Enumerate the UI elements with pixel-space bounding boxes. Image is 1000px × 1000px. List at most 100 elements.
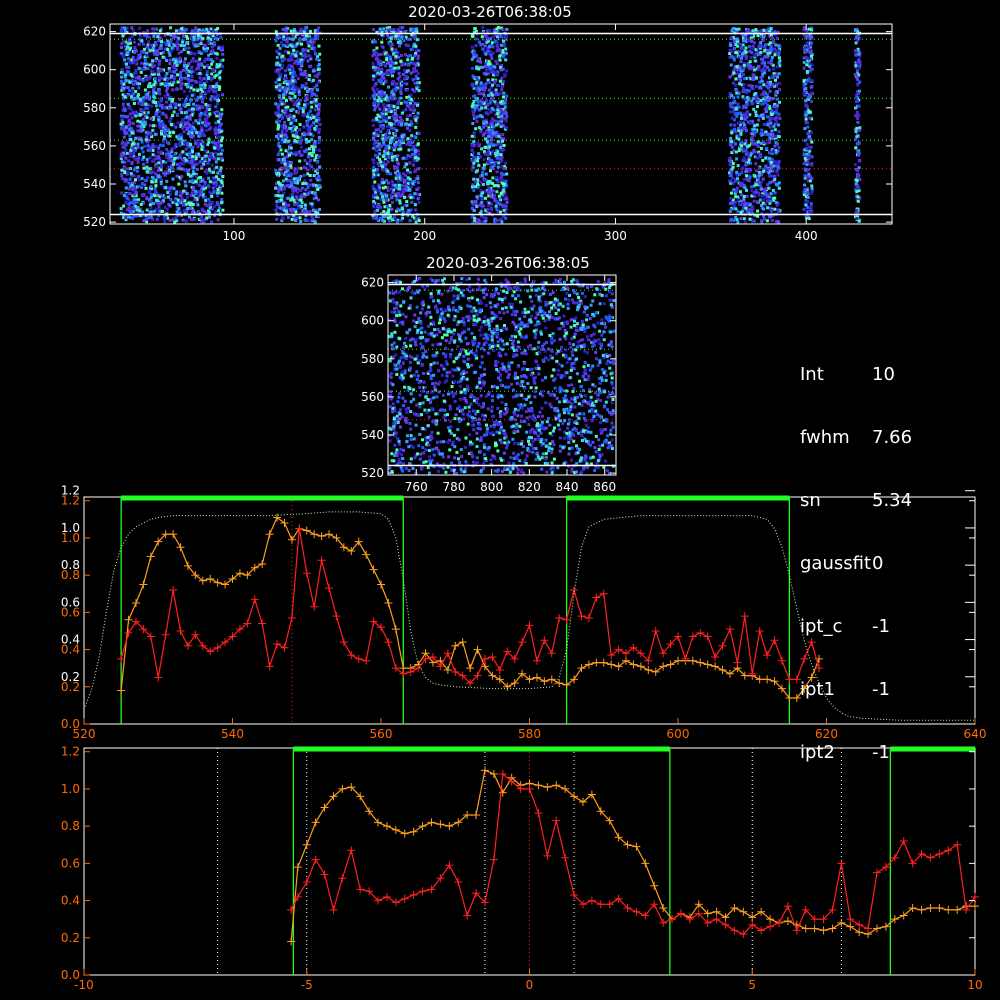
heatmap-pixel <box>372 199 376 203</box>
heatmap-pixel <box>130 88 134 92</box>
heatmap-pixel <box>380 40 384 44</box>
heatmap-pixel <box>214 105 218 109</box>
heatmap-pixel <box>777 61 781 65</box>
heatmap-pixel <box>279 134 283 138</box>
heatmap-pixel <box>219 115 223 119</box>
heatmap-pixel <box>177 134 181 138</box>
heatmap-pixel <box>476 89 480 93</box>
heatmap-pixel <box>289 54 293 58</box>
heatmap-pixel <box>154 59 158 63</box>
heatmap-pixel <box>413 115 417 118</box>
heatmap-pixel <box>303 179 307 183</box>
heatmap-pixel <box>183 121 187 125</box>
heatmap-pixel <box>490 163 494 167</box>
heatmap-pixel <box>123 131 127 135</box>
heatmap-pixel <box>175 156 179 160</box>
heatmap-pixel <box>166 195 170 199</box>
heatmap-pixel <box>305 90 309 93</box>
heatmap-pixel <box>187 80 191 84</box>
heatmap-pixel <box>298 98 302 102</box>
heatmap-pixel <box>313 92 317 96</box>
heatmap-pixel <box>149 196 153 199</box>
heatmap-pixel <box>219 184 223 188</box>
chart-2-title: 2020-03-26T06:38:05 <box>426 254 590 272</box>
heatmap-pixel <box>202 77 206 81</box>
heatmap-pixel <box>496 108 500 112</box>
heatmap-pixel <box>505 34 508 38</box>
heatmap-pixel <box>317 109 321 113</box>
heatmap-pixel <box>382 200 386 204</box>
heatmap-pixel <box>205 79 209 83</box>
heatmap-pixel <box>731 176 735 180</box>
heatmap-pixel <box>495 44 499 48</box>
heatmap-pixel <box>145 45 149 49</box>
heatmap-pixel <box>160 103 164 107</box>
heatmap-pixel <box>282 35 286 39</box>
heatmap-pixel <box>277 188 281 191</box>
heatmap-pixel <box>494 123 498 127</box>
heatmap-pixel <box>146 67 150 71</box>
heatmap-pixel <box>754 114 758 117</box>
heatmap-pixel <box>190 159 194 163</box>
heatmap-pixel <box>151 128 155 132</box>
heatmap-pixel <box>378 107 382 111</box>
heatmap-pixel <box>169 117 173 121</box>
heatmap-pixel <box>318 184 322 188</box>
heatmap-pixel <box>183 76 187 80</box>
heatmap-pixel <box>477 152 481 156</box>
heatmap-pixel <box>768 89 772 93</box>
heatmap-pixel <box>376 196 380 200</box>
heatmap-pixel <box>278 89 282 92</box>
heatmap-pixel <box>187 155 191 159</box>
heatmap-pixel <box>274 85 278 89</box>
heatmap-pixel <box>777 81 781 85</box>
heatmap-pixel <box>293 90 297 94</box>
heatmap-pixel <box>411 88 415 92</box>
heatmap-pixel <box>396 102 400 106</box>
heatmap-pixel <box>312 174 316 177</box>
heatmap-pixel <box>480 200 484 204</box>
heatmap-pixel <box>163 205 167 209</box>
heatmap-pixel <box>373 100 377 104</box>
heatmap-pixel <box>157 161 161 165</box>
heatmap-pixel <box>389 193 393 197</box>
heatmap-pixel <box>742 195 746 198</box>
heatmap-pixel <box>499 153 503 157</box>
heatmap-pixel <box>386 204 389 208</box>
heatmap-pixel <box>739 132 743 136</box>
heatmap-pixel <box>127 215 131 219</box>
heatmap-pixel <box>384 120 388 124</box>
heatmap-pixel <box>163 220 167 224</box>
heatmap-pixel <box>204 102 208 106</box>
heatmap-pixel <box>174 88 178 91</box>
heatmap-pixel <box>194 80 198 84</box>
heatmap-pixel <box>474 37 478 41</box>
heatmap-pixel <box>393 117 397 121</box>
heatmap-pixel <box>749 84 753 88</box>
heatmap-pixel <box>733 40 737 44</box>
heatmap-pixel <box>205 49 208 53</box>
heatmap-pixel <box>207 41 211 45</box>
heatmap-pixel <box>153 194 157 198</box>
heatmap-pixel <box>210 62 214 66</box>
heatmap-pixel <box>283 49 287 53</box>
heatmap-pixel <box>373 108 377 112</box>
heatmap-pixel <box>411 103 415 107</box>
heatmap-pixel <box>153 187 157 191</box>
heatmap-pixel <box>381 125 385 129</box>
heatmap-pixel <box>728 75 732 79</box>
heatmap-pixel <box>375 87 379 91</box>
heatmap-pixel <box>398 199 402 203</box>
heatmap-pixel <box>393 183 397 187</box>
heatmap-pixel <box>500 171 504 175</box>
heatmap-pixel <box>281 54 285 58</box>
heatmap-pixel <box>498 48 502 52</box>
heatmap-pixel <box>376 53 380 57</box>
heatmap-pixel <box>149 206 153 210</box>
heatmap-pixel <box>378 59 382 63</box>
heatmap-pixel <box>482 121 486 125</box>
heatmap-pixel <box>139 98 142 102</box>
heatmap-pixel <box>756 123 759 127</box>
heatmap-pixel <box>201 219 205 223</box>
heatmap-pixel <box>768 119 772 123</box>
